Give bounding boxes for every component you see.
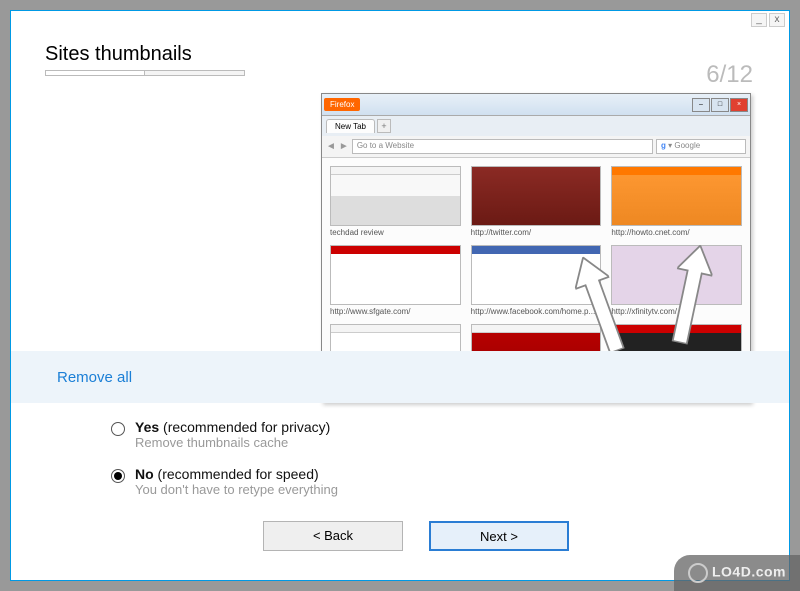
nav-bar: ◄ ► Go to a Website g ▾ Google (322, 136, 750, 158)
back-button[interactable]: < Back (263, 521, 403, 551)
watermark: LO4D.com (674, 555, 800, 591)
option-yes-label: Yes (recommended for privacy) (135, 419, 330, 435)
option-no-sub: You don't have to retype everything (135, 482, 338, 497)
preview-window-controls: – □ × (692, 98, 748, 112)
progress-fill (46, 71, 145, 75)
option-yes-rest: (recommended for privacy) (159, 419, 330, 435)
wizard-window: _ x Sites thumbnails 6/12 Firefox – □ × … (10, 10, 790, 581)
tab-strip: New Tab + (322, 116, 750, 136)
globe-icon (688, 563, 708, 583)
next-button[interactable]: Next > (429, 521, 569, 551)
titlebar: _ x (11, 11, 789, 31)
thumb-item: http://howto.cnet.com/ (611, 166, 742, 237)
option-no[interactable]: No (recommended for speed) You don't hav… (111, 466, 338, 497)
url-bar: Go to a Website (352, 139, 653, 154)
preview-titlebar: Firefox – □ × (322, 94, 750, 116)
thumb-item: http://twitter.com/ (471, 166, 602, 237)
preview-close-icon: × (730, 98, 748, 112)
progress-bar (45, 70, 245, 76)
google-icon: g (661, 141, 666, 150)
page-title: Sites thumbnails (45, 43, 755, 66)
thumb-label: http://www.sfgate.com/ (330, 307, 461, 316)
remove-all-band: Remove all (11, 351, 789, 403)
radio-yes[interactable] (111, 422, 125, 436)
thumb-image (330, 245, 461, 305)
option-yes[interactable]: Yes (recommended for privacy) Remove thu… (111, 419, 338, 450)
back-arrow-icon: ◄ (326, 141, 336, 152)
radio-no[interactable] (111, 469, 125, 483)
thumb-item: techdad review (330, 166, 461, 237)
option-no-rest: (recommended for speed) (154, 466, 319, 482)
remove-all-link[interactable]: Remove all (57, 369, 132, 386)
thumb-image (611, 245, 742, 305)
option-yes-sub: Remove thumbnails cache (135, 435, 330, 450)
thumb-label: http://twitter.com/ (471, 228, 602, 237)
option-no-bold: No (135, 466, 154, 482)
thumb-label: http://howto.cnet.com/ (611, 228, 742, 237)
step-counter: 6/12 (706, 61, 753, 89)
search-placeholder: Google (674, 141, 700, 150)
option-no-label: No (recommended for speed) (135, 466, 338, 482)
thumb-label: http://xfinitytv.com/ (611, 307, 742, 316)
wizard-buttons: < Back Next > (263, 521, 569, 551)
content-area: Sites thumbnails (11, 31, 789, 76)
thumb-label: techdad review (330, 228, 461, 237)
thumb-image (471, 245, 602, 305)
new-tab-icon: + (377, 119, 391, 133)
watermark-text: LO4D.com (712, 564, 786, 580)
firefox-badge: Firefox (324, 98, 360, 111)
thumb-image (471, 166, 602, 226)
forward-arrow-icon: ► (339, 141, 349, 152)
preview-maximize-icon: □ (711, 98, 729, 112)
window-controls: _ x (751, 13, 785, 27)
option-yes-bold: Yes (135, 419, 159, 435)
thumb-label: http://www.facebook.com/home.p... (471, 307, 602, 316)
thumb-item: http://www.sfgate.com/ (330, 245, 461, 316)
close-button[interactable]: x (769, 13, 785, 27)
thumb-item: http://xfinitytv.com/ (611, 245, 742, 316)
preview-minimize-icon: – (692, 98, 710, 112)
minimize-button[interactable]: _ (751, 13, 767, 27)
thumb-image (611, 166, 742, 226)
search-bar: g ▾ Google (656, 139, 746, 154)
options-group: Yes (recommended for privacy) Remove thu… (111, 419, 338, 513)
browser-tab: New Tab (326, 119, 375, 133)
thumb-image (330, 166, 461, 226)
thumb-item: http://www.facebook.com/home.p... (471, 245, 602, 316)
